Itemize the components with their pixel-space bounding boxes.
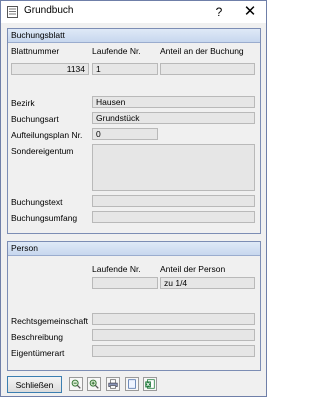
blattnummer-label: Blattnummer	[11, 46, 60, 56]
person-group: Person Laufende Nr. Anteil der Person zu…	[7, 241, 261, 371]
anteil-person-label: Anteil der Person	[160, 264, 226, 274]
bezirk-label: Bezirk	[11, 98, 35, 108]
buchungsblatt-header: Buchungsblatt	[8, 29, 260, 43]
buchungstext-label: Buchungstext	[11, 197, 63, 207]
person-laufende-nr-field[interactable]	[92, 277, 158, 289]
rechtsgemeinschaft-field[interactable]	[92, 313, 255, 325]
excel-export-icon[interactable]	[143, 377, 157, 391]
page-icon[interactable]	[125, 377, 139, 391]
window-title: Grundbuch	[24, 5, 74, 16]
laufende-nr-label: Laufende Nr.	[92, 46, 141, 56]
buchungsart-field[interactable]: Grundstück	[92, 112, 255, 124]
rechtsgemeinschaft-label: Rechtsgemeinschaft	[11, 316, 89, 326]
aufteilungsplan-field[interactable]: 0	[92, 128, 158, 140]
title-bar: Grundbuch ? ✕	[1, 1, 266, 23]
person-laufende-nr-label: Laufende Nr.	[92, 264, 141, 274]
buchungsumfang-label: Buchungsumfang	[11, 213, 78, 223]
grundbuch-window: Grundbuch ? ✕ Buchungsblatt Blattnummer …	[0, 0, 267, 397]
buchungsart-label: Buchungsart	[11, 114, 59, 124]
zoom-out-icon[interactable]	[69, 377, 83, 391]
eigentuemerart-field[interactable]	[92, 345, 255, 357]
sondereigentum-label: Sondereigentum	[11, 146, 74, 156]
sondereigentum-field[interactable]	[92, 144, 255, 191]
beschreibung-label: Beschreibung	[11, 332, 63, 342]
beschreibung-field[interactable]	[92, 329, 255, 341]
eigentuemerart-label: Eigentümerart	[11, 348, 65, 358]
blattnummer-field[interactable]: 1134	[11, 63, 89, 75]
document-icon	[7, 6, 18, 18]
close-window-button[interactable]: ✕	[239, 3, 261, 21]
buchungstext-field[interactable]	[92, 195, 255, 207]
person-header: Person	[8, 242, 260, 256]
anteil-buchung-label: Anteil an der Buchung	[160, 46, 244, 56]
anteil-buchung-field[interactable]	[160, 63, 255, 75]
help-button[interactable]: ?	[208, 3, 230, 21]
bezirk-field[interactable]: Hausen	[92, 96, 255, 108]
aufteilungsplan-label: Aufteilungsplan Nr.	[11, 130, 83, 140]
print-icon[interactable]	[106, 377, 120, 391]
laufende-nr-field[interactable]: 1	[92, 63, 158, 75]
buchungsumfang-field[interactable]	[92, 211, 255, 223]
zoom-in-icon[interactable]	[87, 377, 101, 391]
buchungsblatt-group: Buchungsblatt Blattnummer Laufende Nr. A…	[7, 28, 261, 234]
schliessen-button[interactable]: Schließen	[7, 376, 62, 393]
anteil-person-field[interactable]: zu 1/4	[160, 277, 255, 289]
